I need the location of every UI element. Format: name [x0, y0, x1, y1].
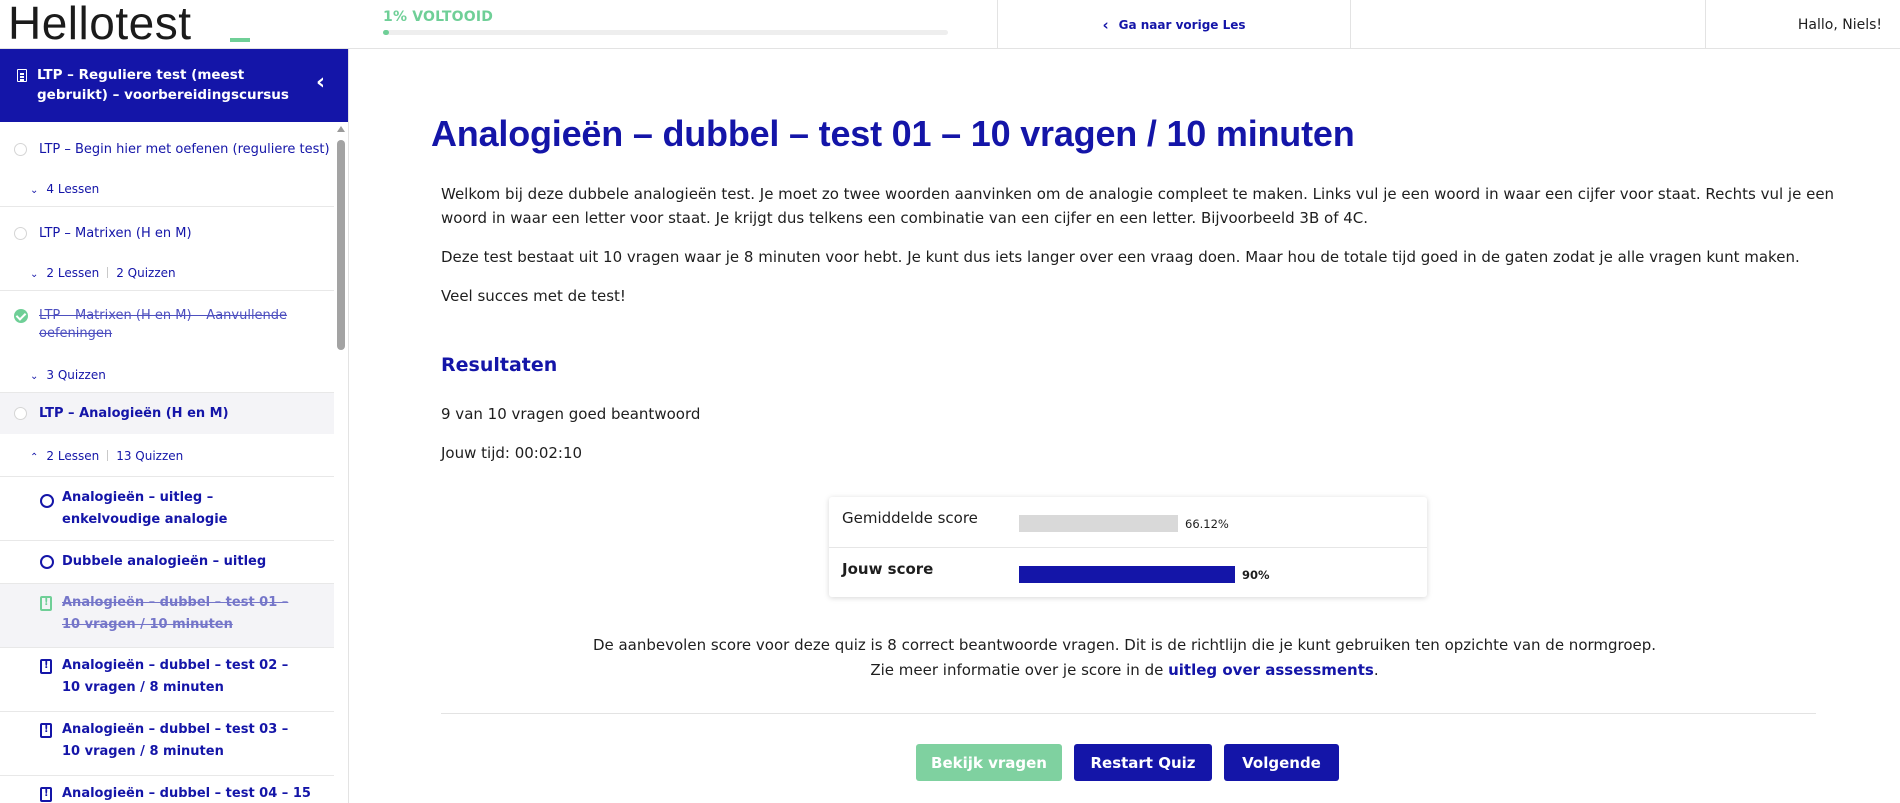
logo-text: Hellotest: [8, 0, 192, 49]
section-title: LTP – Matrixen (H en M) – Aanvullende oe…: [39, 308, 288, 341]
lessons-count: 4 Lessen: [46, 182, 100, 196]
quiz-icon: [40, 658, 52, 674]
lesson-item[interactable]: Analogieën – dubbel – test 04 – 15: [0, 776, 334, 803]
correct-answers-summary: 9 van 10 vragen goed beantwoord: [441, 405, 701, 423]
quiz-results-panel: Analogieën – dubbel – test 01 – 10 vrage…: [349, 49, 1900, 803]
score-bar: [1019, 515, 1178, 532]
top-bar-spacer: [1350, 0, 1705, 49]
recommendation-suffix: .: [1373, 661, 1379, 679]
lesson-title: Analogieën – dubbel – test 01 – 10 vrage…: [62, 595, 289, 632]
chevron-down-icon: ⌄: [30, 269, 39, 280]
score-percentage: 90%: [1242, 568, 1270, 582]
divider: [0, 290, 334, 291]
incomplete-circle-icon: [14, 407, 27, 420]
top-bar: Hellotest 1% VOLTOOID ‹ Ga naar vorige L…: [0, 0, 1900, 49]
lesson-title: Dubbele analogieën – uitleg: [62, 554, 267, 569]
section-expand-toggle[interactable]: ⌄ 4 Lessen: [0, 178, 334, 200]
completed-check-icon: [14, 309, 28, 323]
intro-paragraph: Welkom bij deze dubbele analogieën test.…: [441, 185, 1835, 227]
quiz-icon: [40, 722, 52, 738]
lesson-title: Analogieën – dubbel – test 03 – 10 vrage…: [62, 722, 289, 759]
user-greeting[interactable]: Hallo, Niels!: [1705, 0, 1900, 49]
previous-lesson-label: Ga naar vorige Les: [1118, 17, 1246, 32]
progress-label: 1% VOLTOOID: [383, 9, 494, 25]
intro-paragraph: Veel succes met de test!: [441, 287, 626, 305]
view-questions-button[interactable]: Bekijk vragen: [916, 744, 1062, 781]
recommendation-line: De aanbevolen score voor deze quiz is 8 …: [592, 636, 1657, 654]
collapse-sidebar-button[interactable]: ‹: [316, 72, 325, 94]
intro-paragraph: Deze test bestaat uit 10 vragen waar je …: [441, 248, 1800, 266]
score-percentage: 66.12%: [1185, 517, 1229, 531]
sidebar-scrollbar[interactable]: [336, 126, 346, 803]
quizzes-count: 13 Quizzen: [116, 449, 184, 463]
lesson-item[interactable]: Dubbele analogieën – uitleg: [0, 541, 334, 583]
document-icon: [17, 69, 27, 82]
chevron-down-icon: ⌄: [30, 185, 39, 196]
score-bar-track: [1019, 566, 1235, 583]
section-title: LTP – Matrixen (H en M): [39, 226, 192, 241]
recommendation-prefix: Zie meer informatie over je score in de: [870, 661, 1169, 679]
score-comparison: Gemiddelde score 66.12% Jouw score 90%: [829, 497, 1427, 597]
sidebar-section-begin[interactable]: LTP – Begin hier met oefenen (reguliere …: [0, 133, 334, 169]
lesson-title: Analogieën – dubbel – test 04 – 15: [62, 786, 311, 801]
sidebar-section-matrixen-extra[interactable]: LTP – Matrixen (H en M) – Aanvullende oe…: [0, 299, 334, 345]
section-title: LTP – Analogieën (H en M): [39, 406, 229, 421]
progress-fill: [383, 30, 389, 35]
course-progress: 1% VOLTOOID: [383, 0, 948, 49]
divider: [0, 206, 334, 207]
quiz-completed-icon: [40, 595, 52, 611]
page-title: Analogieën – dubbel – test 01 – 10 vrage…: [431, 113, 1355, 154]
logo-underscore: [230, 38, 250, 42]
average-score-row: Gemiddelde score 66.12%: [829, 497, 1427, 547]
sidebar-section-matrixen[interactable]: LTP – Matrixen (H en M): [0, 217, 334, 253]
section-expand-toggle[interactable]: ⌄ 2 Lessen 2 Quizzen: [0, 262, 334, 284]
lesson-circle-icon: [40, 555, 54, 569]
recommendation-line: Zie meer informatie over je score in de …: [349, 658, 1900, 683]
recommendation-text: De aanbevolen score voor deze quiz is 8 …: [349, 633, 1900, 683]
chevron-down-icon: ⌄: [30, 371, 39, 382]
course-sidebar: LTP – Reguliere test (meest gebruikt) – …: [0, 49, 349, 803]
your-score-row: Jouw score 90%: [829, 547, 1427, 597]
score-label: Jouw score: [842, 560, 934, 578]
next-button[interactable]: Volgende: [1224, 744, 1339, 781]
results-heading: Resultaten: [441, 354, 558, 376]
lesson-item[interactable]: Analogieën – dubbel – test 02 – 10 vrage…: [0, 648, 334, 711]
quiz-icon: [40, 786, 52, 802]
incomplete-circle-icon: [14, 227, 27, 240]
scroll-up-icon[interactable]: [337, 126, 345, 132]
sidebar-section-analogieen[interactable]: LTP – Analogieën (H en M): [0, 393, 334, 434]
quizzes-count: 3 Quizzen: [46, 368, 106, 382]
lessons-count: 2 Lessen: [46, 266, 100, 280]
lesson-item-current[interactable]: Analogieën – dubbel – test 01 – 10 vrage…: [0, 584, 334, 647]
chevron-left-icon: ‹: [1102, 15, 1109, 34]
incomplete-circle-icon: [14, 143, 27, 156]
progress-track: [383, 30, 948, 35]
score-label: Gemiddelde score: [842, 509, 978, 527]
section-title: LTP – Begin hier met oefenen (reguliere …: [39, 142, 330, 157]
restart-quiz-button[interactable]: Restart Quiz: [1074, 744, 1212, 781]
section-collapse-toggle[interactable]: ⌃ 2 Lessen 13 Quizzen: [0, 445, 334, 467]
course-header[interactable]: LTP – Reguliere test (meest gebruikt) – …: [0, 49, 348, 122]
lesson-item[interactable]: Analogieën – uitleg – enkelvoudige analo…: [0, 477, 334, 540]
lessons-count: 2 Lessen: [46, 449, 100, 463]
divider: [441, 713, 1816, 714]
hellotest-logo[interactable]: Hellotest: [8, 0, 348, 49]
quizzes-count: 2 Quizzen: [116, 266, 176, 280]
score-bar: [1019, 566, 1235, 583]
lesson-circle-icon: [40, 494, 54, 508]
lesson-item[interactable]: Analogieën – dubbel – test 03 – 10 vrage…: [0, 712, 334, 775]
chevron-up-icon: ⌃: [30, 452, 39, 463]
assessments-link[interactable]: uitleg over assessments: [1168, 661, 1374, 679]
section-expand-toggle[interactable]: ⌄ 3 Quizzen: [0, 364, 334, 386]
lesson-title: Analogieën – dubbel – test 02 – 10 vrage…: [62, 658, 289, 695]
time-summary: Jouw tijd: 00:02:10: [441, 444, 583, 462]
previous-lesson-link[interactable]: ‹ Ga naar vorige Les: [997, 0, 1350, 49]
scrollbar-thumb[interactable]: [337, 140, 345, 350]
course-title: LTP – Reguliere test (meest gebruikt) – …: [37, 67, 289, 103]
lesson-title: Analogieën – uitleg – enkelvoudige analo…: [62, 490, 228, 527]
